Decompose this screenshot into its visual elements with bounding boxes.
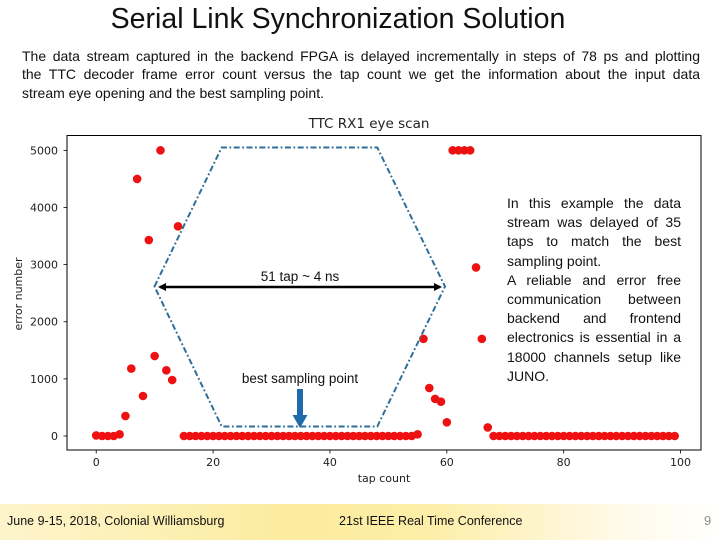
data-point (424, 383, 434, 393)
data-point (419, 334, 428, 344)
slide: Serial Link Synchronization Solution The… (0, 0, 720, 540)
data-point (156, 146, 165, 155)
x-tick-label: 100 (670, 456, 691, 469)
x-tick-label: 60 (440, 456, 454, 469)
data-point (477, 334, 487, 344)
x-axis: 0 20 40 60 80 100 (93, 450, 691, 469)
data-point (173, 222, 183, 231)
side-note-line: 18000 channels setup like (507, 348, 681, 365)
footer-conference: 21st IEEE Real Time Conference (339, 514, 523, 528)
data-point (413, 429, 422, 439)
x-tick-label: 20 (206, 456, 220, 469)
data-point (150, 351, 159, 361)
side-note-line: electronics is essential in a (507, 329, 681, 346)
y-tick-label: 3000 (30, 259, 58, 272)
x-axis-label: tap count (358, 472, 411, 485)
data-point (436, 397, 446, 407)
footer-date-location: June 9-15, 2018, Colonial Williamsburg (7, 514, 225, 528)
y-tick-label: 0 (51, 430, 58, 443)
side-note-line: In this example the data (507, 195, 681, 211)
data-point (121, 411, 130, 421)
y-tick-label: 5000 (30, 144, 58, 157)
data-point (115, 429, 124, 439)
data-point (167, 375, 177, 385)
side-note-line: taps to match the best (507, 233, 681, 250)
data-point (442, 417, 452, 427)
x-tick-label: 80 (557, 456, 571, 469)
y-axis: 0 1000 2000 3000 4000 5000 (30, 144, 67, 443)
y-tick-label: 1000 (30, 373, 58, 386)
page-number: 9 (704, 513, 712, 528)
side-note-line: A reliable and error free (507, 271, 681, 288)
side-note-line: stream was delayed of 35 (507, 214, 681, 231)
side-note: In this example the data stream was dela… (507, 194, 681, 386)
side-note-line: sampling point. (507, 252, 602, 269)
data-point (483, 423, 493, 432)
data-point (465, 146, 475, 155)
side-note-line: JUNO. (507, 367, 549, 384)
side-note-line: backend and frontend (507, 310, 681, 327)
y-axis-label: error number (12, 257, 25, 331)
data-point (670, 431, 680, 441)
x-tick-label: 0 (93, 456, 100, 469)
footer: June 9-15, 2018, Colonial Williamsburg 2… (0, 504, 720, 540)
side-note-line: communication between (507, 290, 681, 307)
data-point (126, 364, 136, 373)
chart-title: TTC RX1 eye scan (308, 116, 430, 132)
data-point (162, 366, 171, 375)
y-tick-label: 2000 (30, 316, 58, 329)
data-point (132, 174, 142, 184)
data-point (138, 391, 148, 401)
eye-width-label: 51 tap ~ 4 ns (261, 269, 340, 284)
best-sampling-label: best sampling point (242, 371, 359, 386)
data-point (471, 263, 481, 272)
data-point (144, 235, 154, 245)
x-tick-label: 40 (323, 456, 337, 469)
y-tick-label: 4000 (30, 201, 58, 214)
